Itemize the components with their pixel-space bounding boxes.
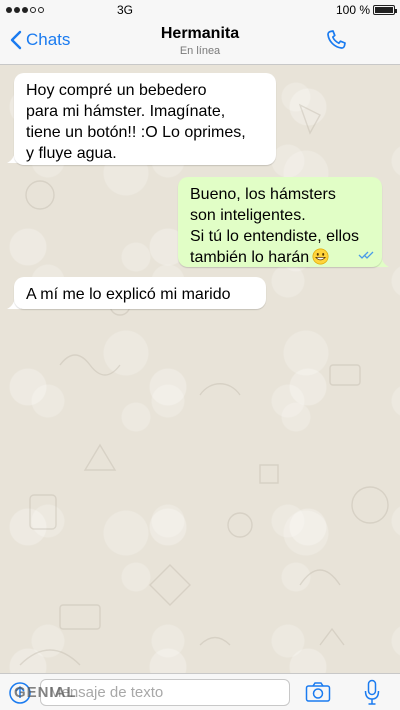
phone-icon[interactable] bbox=[324, 28, 348, 52]
message-text-line: Si tú lo entendiste, ellos bbox=[190, 228, 359, 245]
message-text-line: Bueno, los hámsters bbox=[190, 186, 336, 203]
network-type: 3G bbox=[117, 3, 134, 17]
camera-icon[interactable] bbox=[305, 681, 331, 703]
incoming-message[interactable]: Hoy compré un bebedero para mi hámster. … bbox=[14, 73, 276, 165]
battery-percentage: 100 % bbox=[335, 3, 370, 17]
outgoing-message[interactable]: Bueno, los hámsters son inteligentes. Si… bbox=[178, 177, 382, 267]
message-text-line: A mí me lo explicó mi marido bbox=[26, 286, 231, 303]
read-ticks-icon bbox=[358, 251, 374, 259]
share-upload-icon[interactable] bbox=[8, 681, 32, 705]
grinning-face-icon bbox=[312, 248, 329, 265]
status-bar: 3G 100 % bbox=[0, 0, 400, 20]
message-text-line: Hoy compré un bebedero bbox=[26, 82, 207, 99]
signal-strength-icon bbox=[6, 7, 44, 13]
message-composer: GENIAL bbox=[0, 673, 400, 710]
chat-header: Chats Hermanita En línea bbox=[0, 20, 400, 65]
battery-icon bbox=[373, 5, 397, 15]
incoming-message[interactable]: A mí me lo explicó mi marido bbox=[14, 277, 266, 309]
message-text-line: son inteligentes. bbox=[190, 207, 306, 224]
message-input[interactable] bbox=[40, 679, 290, 706]
microphone-icon[interactable] bbox=[364, 679, 380, 706]
message-text-line: para mi hámster. Imagínate, bbox=[26, 103, 226, 120]
message-text-line: también lo harán bbox=[190, 249, 310, 266]
message-text-line: tiene un botón!! :O Lo oprimes, bbox=[26, 124, 246, 141]
message-text-line-with-emoji: también lo harán bbox=[190, 247, 370, 268]
chat-area[interactable]: Hoy compré un bebedero para mi hámster. … bbox=[0, 65, 400, 673]
message-text-line: y fluye agua. bbox=[26, 145, 117, 162]
